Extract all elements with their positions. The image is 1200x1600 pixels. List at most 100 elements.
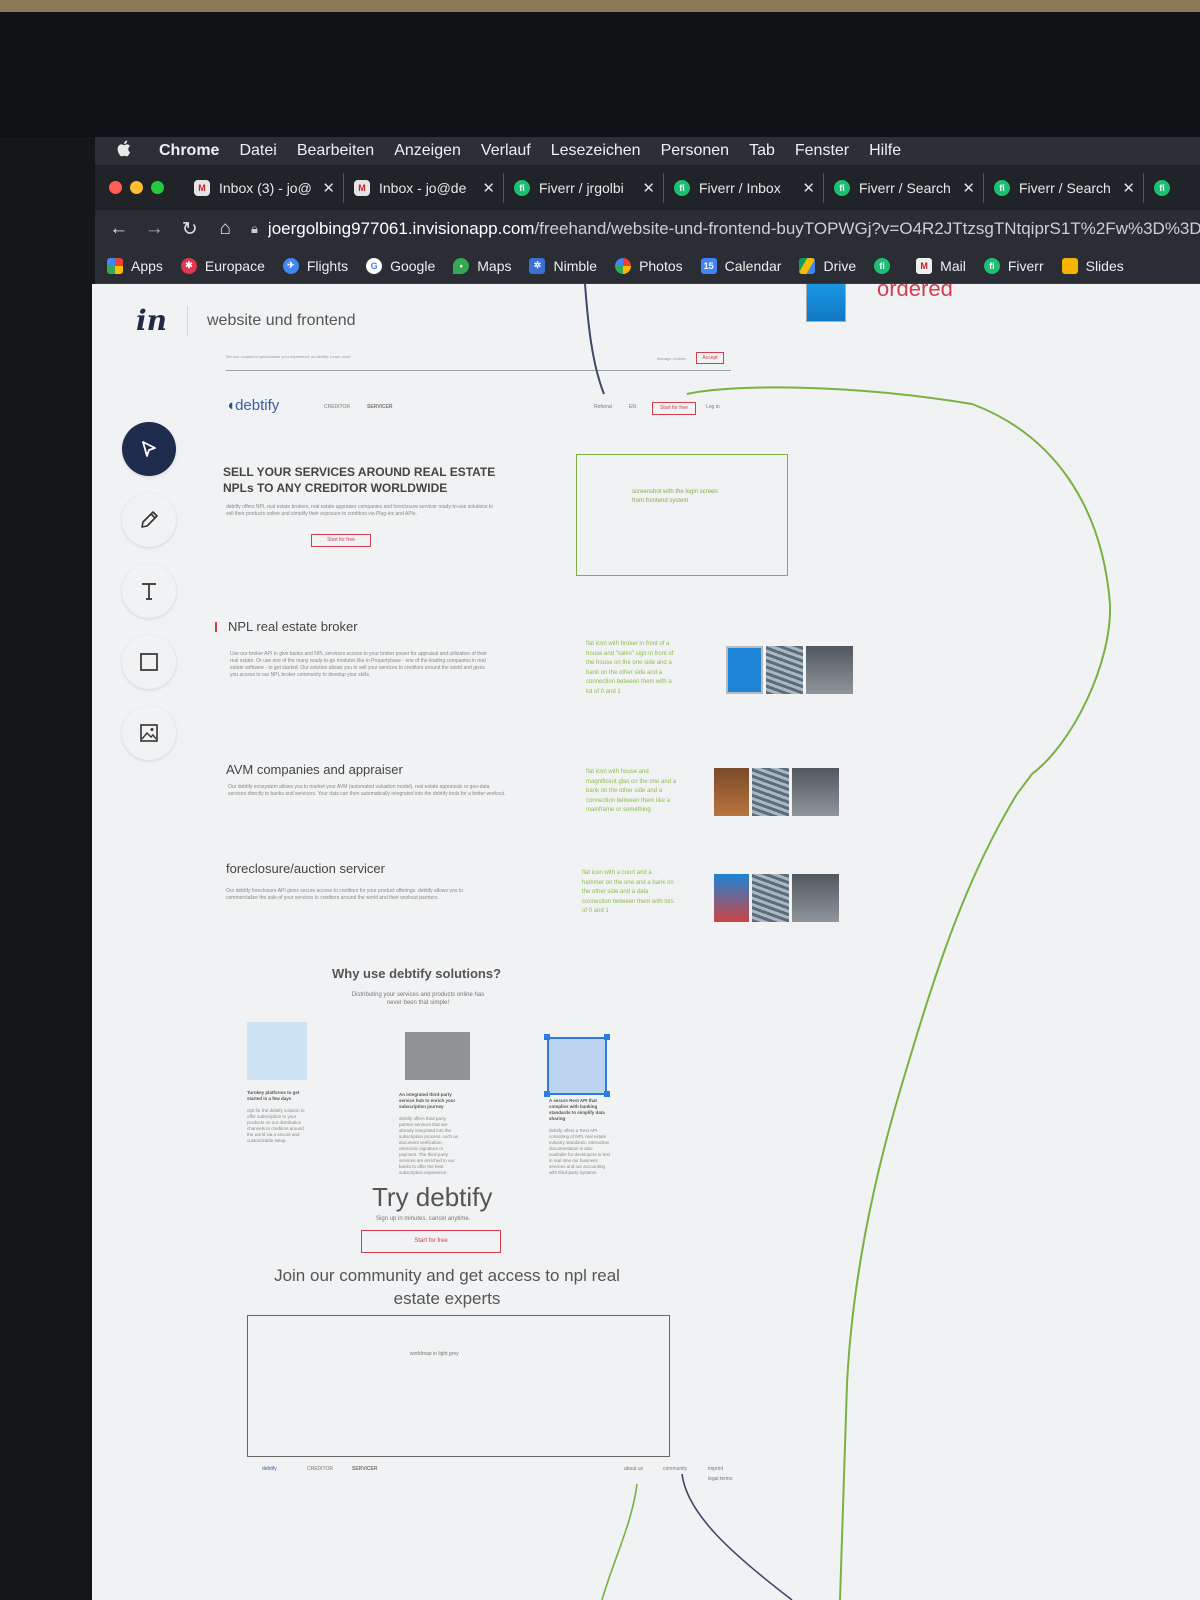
footer-servicer[interactable]: SERVICER [352,1466,377,1472]
maximize-window-button[interactable] [151,181,164,194]
section-title: NPL real estate broker [228,619,358,634]
section-text: Our debtify ecosystem allows you to mark… [228,784,506,797]
cookie-divider [226,370,731,371]
drive-icon [799,257,816,274]
menu-verlauf[interactable]: Verlauf [481,142,531,160]
nav-login[interactable]: Log in [706,404,720,410]
bank-image[interactable] [792,768,839,816]
text-tool-button[interactable] [122,564,176,618]
bookmark-fiverr-2[interactable]: fi Fiverr [983,257,1044,274]
hero-start-button[interactable]: Start for free [311,534,371,547]
menu-fenster[interactable]: Fenster [795,142,849,160]
menu-hilfe[interactable]: Hilfe [869,142,901,160]
home-icon[interactable]: ⌂ [208,218,244,240]
footer-imprint[interactable]: imprint [708,1466,723,1472]
browser-tab[interactable]: M Inbox (3) - jo@ ✕ [184,172,344,203]
browser-tab[interactable]: fi Fiverr / jrgolbi ✕ [504,172,664,203]
browser-tab[interactable]: fi Fiverr / Search ✕ [984,172,1144,203]
bookmark-slides[interactable]: Slides [1061,257,1124,274]
browser-tab[interactable]: fi [1144,173,1184,203]
bookmark-label: Drive [823,257,857,274]
rest-api-image-selected[interactable] [547,1037,607,1095]
bookmark-drive[interactable]: Drive [799,257,857,274]
data-connection-image[interactable] [752,874,789,922]
back-icon[interactable]: ← [101,218,137,240]
footer-logo[interactable]: debtify [262,1466,277,1472]
invision-logo[interactable]: in [136,304,167,337]
forward-icon[interactable]: → [137,218,173,240]
bookmark-label: Google [390,257,436,274]
footer-legal-terms[interactable]: legal terms [708,1476,732,1482]
url-field[interactable]: joergolbing977061.invisionapp.com/freeha… [268,219,1200,239]
menu-bearbeiten[interactable]: Bearbeiten [297,142,374,160]
broker-image[interactable] [726,646,763,694]
apple-icon[interactable] [117,140,147,162]
minimize-window-button[interactable] [130,181,143,194]
menu-lesezeichen[interactable]: Lesezeichen [551,142,641,160]
menu-chrome[interactable]: Chrome [159,142,219,160]
browser-tab[interactable]: fi Fiverr / Inbox ✕ [664,172,824,203]
fiverr-icon: fi [1154,179,1170,196]
worldmap-placeholder[interactable]: worldmap in light grey [247,1315,670,1457]
start-free-header-button[interactable]: Start for free [652,402,696,415]
feature-text: debtify offers a Rest API consisting of … [549,1128,611,1175]
debtify-logo[interactable]: ◖debtify [226,397,279,414]
menu-anzeigen[interactable]: Anzeigen [394,142,461,160]
data-connection-image[interactable] [766,646,803,694]
bookmark-label: Apps [131,257,163,274]
menu-personen[interactable]: Personen [661,142,730,160]
court-hammer-image[interactable] [714,874,749,922]
lock-icon[interactable]: 🔒︎ [251,221,258,237]
manage-cookies-link[interactable]: Manage cookies [657,356,686,361]
close-tab-icon[interactable]: ✕ [1122,179,1135,197]
select-tool-button[interactable] [122,422,176,476]
bank-image[interactable] [806,646,853,694]
house-magnifier-image[interactable] [714,768,749,816]
browser-tab[interactable]: fi Fiverr / Search ✕ [824,172,984,203]
drawing-toolbar [122,422,176,777]
service-hub-image[interactable] [405,1032,470,1080]
bookmark-mail[interactable]: M Mail [916,257,966,274]
document-title[interactable]: website und frontend [207,312,356,330]
pen-tool-button[interactable] [122,493,176,547]
rectangle-tool-button[interactable] [122,635,176,689]
close-tab-icon[interactable]: ✕ [482,179,495,197]
close-tab-icon[interactable]: ✕ [322,179,335,197]
footer-about-us[interactable]: about us [624,1466,643,1472]
reload-icon[interactable]: ↻ [172,218,208,241]
bookmark-google[interactable]: G Google [366,257,436,274]
close-window-button[interactable] [109,181,122,194]
ordered-image-thumbnail[interactable] [806,284,846,322]
browser-tab[interactable]: M Inbox - jo@de ✕ [344,172,504,203]
bank-image[interactable] [792,874,839,922]
bookmark-calendar[interactable]: 15 Calendar [700,257,781,274]
close-tab-icon[interactable]: ✕ [642,179,655,197]
mainframe-image[interactable] [752,768,789,816]
why-subtitle: Distributing your services and products … [351,992,485,1006]
tab-title: Fiverr / Search [859,179,951,196]
bookmark-maps[interactable]: • Maps [453,257,511,274]
footer-community[interactable]: community [663,1466,687,1472]
bookmark-apps[interactable]: Apps [107,257,163,274]
invision-canvas[interactable]: in website und frontend ordered We use c [92,284,1200,1600]
image-tool-button[interactable] [122,706,176,760]
menu-datei[interactable]: Datei [239,142,276,160]
bookmark-nimble[interactable]: ✲ Nimble [529,257,597,274]
nav-language[interactable]: EN [629,404,636,410]
menu-tab[interactable]: Tab [749,142,775,160]
bookmark-flights[interactable]: ✈ Flights [282,257,348,274]
hero-screenshot-placeholder[interactable]: screenshot with the login screen from fr… [576,454,788,576]
close-tab-icon[interactable]: ✕ [802,179,815,197]
close-tab-icon[interactable]: ✕ [962,179,975,197]
nav-servicer[interactable]: SERVICER [367,404,392,410]
bookmark-photos[interactable]: Photos [615,257,683,274]
nav-creditor[interactable]: CREDITOR [324,404,350,410]
bookmark-fiverr[interactable]: fi [874,257,898,274]
nav-referral[interactable]: Referral [594,404,612,410]
try-start-button[interactable]: Start for free [361,1230,501,1253]
footer-creditor[interactable]: CREDITOR [307,1466,333,1472]
ordered-annotation[interactable]: ordered [877,284,953,302]
accept-cookies-button[interactable]: Accept [696,352,724,364]
bookmark-europace[interactable]: ✱ Europace [180,257,265,274]
cloud-platform-image[interactable] [247,1022,307,1080]
